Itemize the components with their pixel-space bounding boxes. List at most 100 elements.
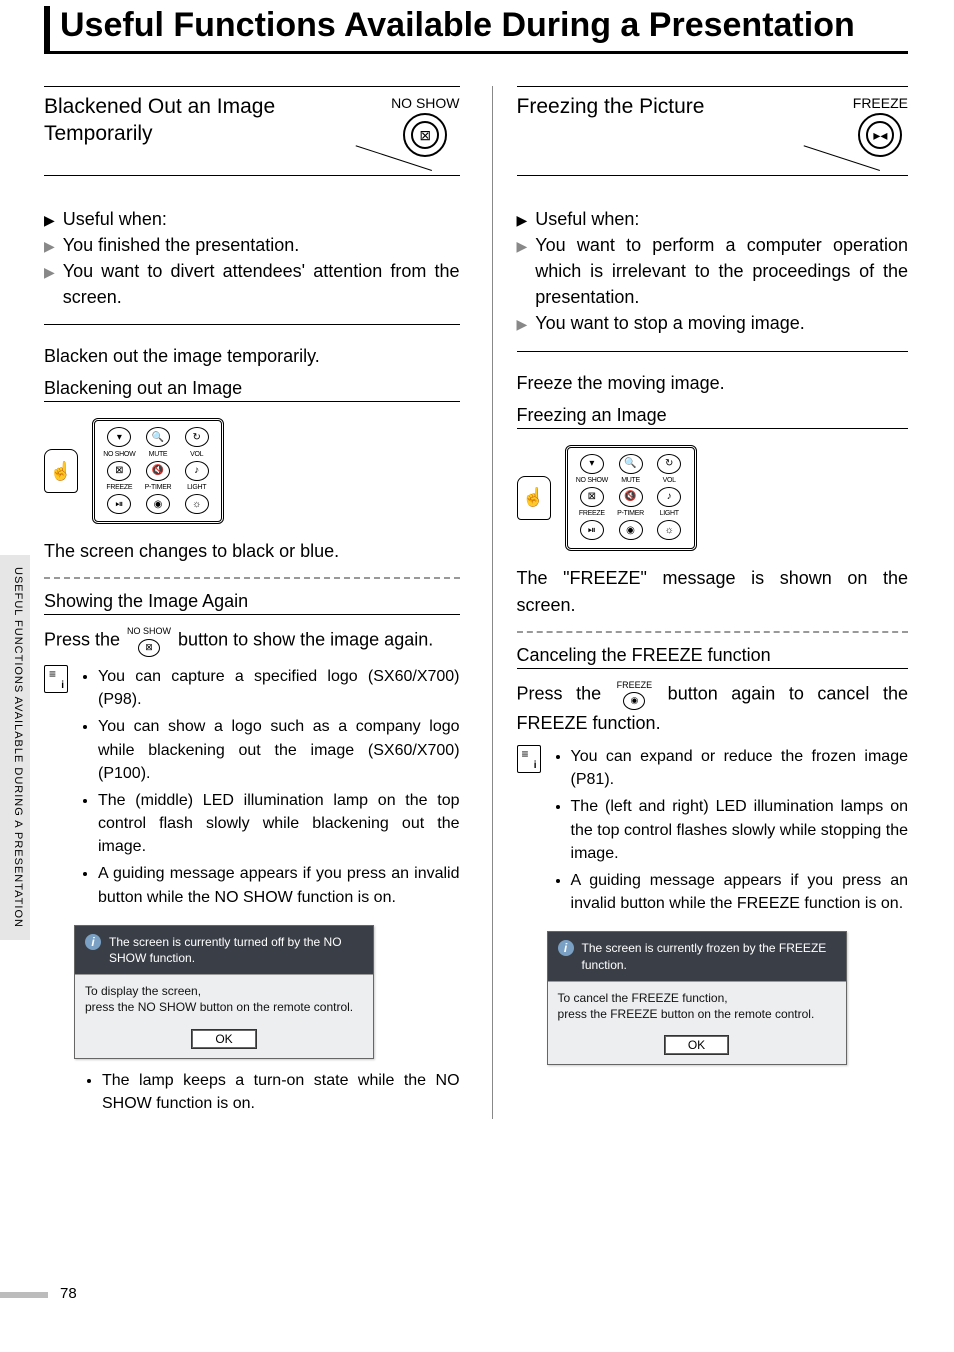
remote-key: ↻: [657, 454, 681, 474]
remote-key: ☼: [657, 520, 681, 540]
dashed-divider: [517, 631, 908, 633]
remote-key: 🔇: [619, 487, 643, 507]
remote-key: ◉: [146, 494, 170, 514]
press-instruction: Press the NO SHOW⊠ button to show the im…: [44, 625, 460, 657]
note-item: You can show a logo such as a company lo…: [98, 715, 460, 785]
noshow-icon: ⊠: [411, 121, 439, 149]
remote-control-icon: ▾ 🔍 ↻ NO SHOW MUTE VOL ⊠ 🔇 ♪ FREEZE P-TI…: [92, 418, 224, 524]
note-item: The (middle) LED illumination lamp on th…: [98, 789, 460, 859]
note-list-after: The lamp keeps a turn-on state while the…: [84, 1069, 460, 1115]
callout-line: [517, 176, 908, 206]
hand-icon: ☝: [517, 476, 551, 520]
subheading: Freezing an Image: [517, 405, 908, 429]
remote-key: ⏯: [580, 520, 604, 540]
inline-freeze-button-icon: FREEZE◉: [617, 679, 653, 711]
hand-icon: ☝: [44, 449, 78, 493]
triangle-icon: ▶: [517, 310, 528, 334]
note-item: You can capture a specified logo (SX60/X…: [98, 665, 460, 711]
useful-when-label: Useful when:: [535, 206, 639, 232]
noshow-dialog: The screen is currently turned off by th…: [74, 925, 374, 1059]
remote-key: ☼: [185, 494, 209, 514]
page-title: Useful Functions Available During a Pres…: [44, 6, 908, 54]
triangle-icon: ▶: [44, 206, 55, 230]
remote-key: ◉: [619, 520, 643, 540]
note-item: A guiding message appears if you press a…: [98, 862, 460, 908]
subheading: Blackening out an Image: [44, 378, 460, 402]
dialog-instruction: To cancel the FREEZE function, press the…: [548, 982, 846, 1030]
remote-key: ⊠: [580, 487, 604, 507]
instruction-text: Freeze the moving image.: [517, 370, 908, 397]
remote-illustration: ☝ ▾ 🔍 ↻ NO SHOW MUTE VOL ⊠ 🔇 ♪ FREEZE P-…: [517, 445, 908, 551]
press-instruction: Press the FREEZE◉ button again to cancel…: [517, 679, 908, 738]
triangle-icon: ▶: [44, 258, 55, 282]
useful-when-block: ▶ Useful when: ▶ You finished the presenta…: [44, 206, 460, 325]
button-label: FREEZE: [853, 95, 908, 111]
remote-key-label: P-TIMER: [142, 484, 175, 492]
page-number: 78: [60, 1285, 77, 1302]
note-icon: [517, 745, 541, 773]
dashed-divider: [44, 577, 460, 579]
ok-button[interactable]: OK: [665, 1036, 728, 1054]
remote-control-icon: ▾ 🔍 ↻ NO SHOW MUTE VOL ⊠ 🔇 ♪ FREEZE P-TI…: [565, 445, 697, 551]
remote-illustration: ☝ ▾ 🔍 ↻ NO SHOW MUTE VOL ⊠ 🔇 ♪ FREEZE P-…: [44, 418, 460, 524]
remote-key-label: MUTE: [614, 477, 647, 485]
noshow-button-diagram: NO SHOW ⊠: [391, 93, 459, 157]
note-block: You can capture a specified logo (SX60/X…: [44, 665, 460, 913]
triangle-icon: ▶: [517, 206, 528, 230]
remote-key-label: MUTE: [142, 451, 175, 459]
triangle-icon: ▶: [44, 232, 55, 256]
ok-button[interactable]: OK: [192, 1030, 255, 1048]
result-text: The screen changes to black or blue.: [44, 538, 460, 565]
useful-item: You finished the presentation.: [63, 232, 300, 258]
dialog-instruction: To display the screen, press the NO SHOW…: [75, 975, 373, 1023]
subheading: Canceling the FREEZE function: [517, 645, 908, 669]
note-block: You can expand or reduce the frozen imag…: [517, 745, 908, 919]
column-left: Blackened Out an Image Temporarily NO SH…: [44, 86, 460, 1119]
remote-key: 🔇: [146, 461, 170, 481]
useful-when-label: Useful when:: [63, 206, 167, 232]
section-title: Blackened Out an Image Temporarily: [44, 93, 314, 148]
useful-when-block: ▶ Useful when: ▶ You want to perform a com…: [517, 206, 908, 351]
useful-item: You want to stop a moving image.: [535, 310, 805, 336]
column-right: Freezing the Picture FREEZE ▸◂ ▶ Useful w…: [492, 86, 908, 1119]
side-tab-label: USEFUL FUNCTIONS AVAILABLE DURING A PRES…: [0, 555, 30, 940]
freeze-icon: ▸◂: [866, 121, 894, 149]
note-list: You can expand or reduce the frozen imag…: [553, 745, 908, 919]
remote-key-label: VOL: [653, 477, 686, 485]
remote-key-label: LIGHT: [180, 484, 213, 492]
remote-key-label: P-TIMER: [614, 510, 647, 518]
callout-line: [44, 176, 460, 206]
remote-key-label: LIGHT: [653, 510, 686, 518]
page-content: Useful Functions Available During a Pres…: [44, 6, 908, 1282]
remote-key-label: NO SHOW: [576, 477, 609, 485]
note-icon: [44, 665, 68, 693]
remote-key: 🔍: [146, 427, 170, 447]
freeze-dialog: The screen is currently frozen by the FR…: [547, 931, 847, 1065]
triangle-icon: ▶: [517, 232, 528, 256]
note-item: A guiding message appears if you press a…: [571, 869, 908, 915]
note-item: The lamp keeps a turn-on state while the…: [102, 1069, 460, 1115]
note-list: You can capture a specified logo (SX60/X…: [80, 665, 460, 913]
remote-key-label: VOL: [180, 451, 213, 459]
remote-key: ▾: [107, 427, 131, 447]
inline-noshow-button-icon: NO SHOW⊠: [127, 625, 171, 657]
dialog-message: The screen is currently frozen by the FR…: [548, 932, 846, 981]
remote-key-label: NO SHOW: [103, 451, 136, 459]
subheading: Showing the Image Again: [44, 591, 460, 615]
useful-item: You want to divert attendees' attention …: [63, 258, 460, 310]
remote-key: 🔍: [619, 454, 643, 474]
remote-key: ↻: [185, 427, 209, 447]
remote-key-label: FREEZE: [576, 510, 609, 518]
result-text: The "FREEZE" message is shown on the scr…: [517, 565, 908, 619]
remote-key: ▾: [580, 454, 604, 474]
section-title: Freezing the Picture: [517, 93, 705, 120]
remote-key: ♪: [657, 487, 681, 507]
useful-item: You want to perform a computer operation…: [535, 232, 908, 310]
dialog-message: The screen is currently turned off by th…: [75, 926, 373, 975]
remote-key: ♪: [185, 461, 209, 481]
button-label: NO SHOW: [391, 95, 459, 111]
instruction-text: Blacken out the image temporarily.: [44, 343, 460, 370]
remote-key: ⏯: [107, 494, 131, 514]
freeze-button-diagram: FREEZE ▸◂: [853, 93, 908, 157]
remote-key-label: FREEZE: [103, 484, 136, 492]
